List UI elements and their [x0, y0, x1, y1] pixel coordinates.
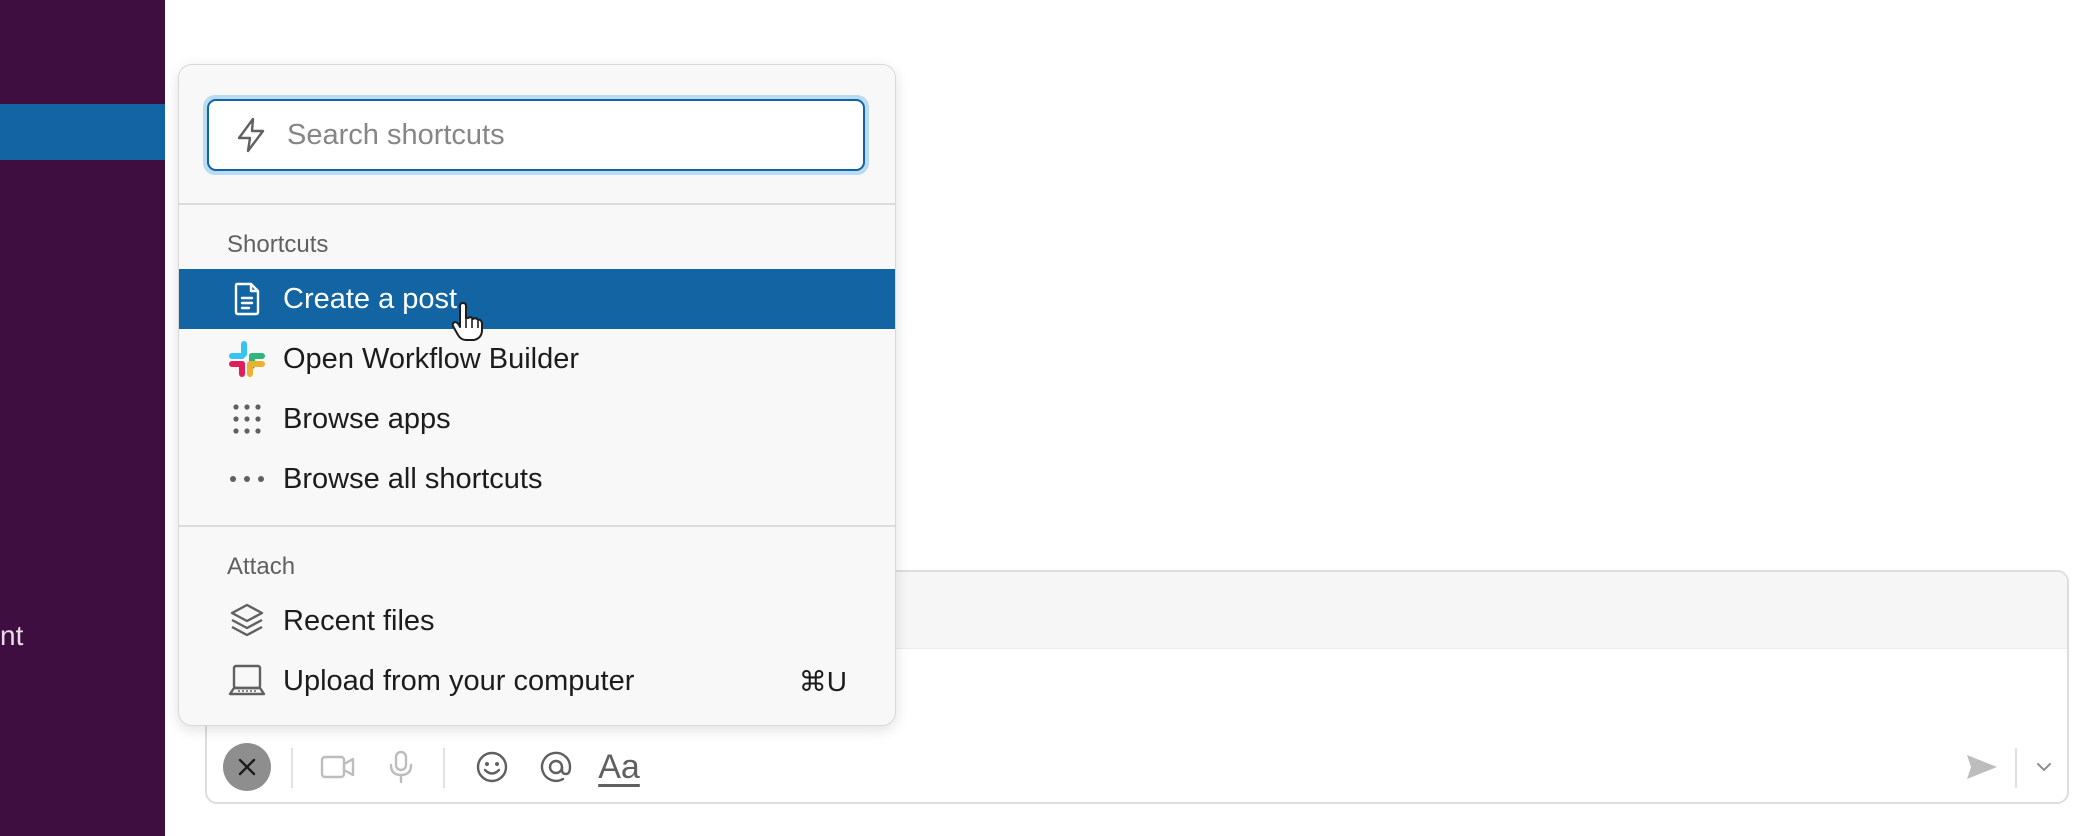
video-clip-button[interactable] [313, 744, 363, 790]
toolbar-divider [291, 748, 293, 788]
toolbar-divider [443, 748, 445, 788]
audio-clip-button[interactable] [379, 744, 423, 790]
layers-icon [227, 602, 267, 640]
menu-item-browse-all-shortcuts[interactable]: Browse all shortcuts [179, 449, 895, 509]
section-label-shortcuts: Shortcuts [227, 231, 329, 258]
emoji-icon [476, 751, 508, 783]
slack-logo-icon [227, 339, 267, 379]
send-button[interactable] [1959, 744, 2005, 790]
search-box[interactable] [207, 99, 865, 171]
send-icon [1967, 755, 1997, 779]
sidebar: nt [0, 0, 165, 836]
formatting-toggle-button[interactable]: Aa [593, 744, 645, 790]
laptop-icon [227, 663, 267, 699]
menu-item-label: Browse all shortcuts [283, 462, 543, 495]
close-icon [238, 758, 256, 776]
menu-item-open-workflow-builder[interactable]: Open Workflow Builder [179, 329, 895, 389]
more-horizontal-icon [227, 475, 267, 483]
menu-item-upload-from-computer[interactable]: Upload from your computer ⌘U [179, 651, 895, 711]
shortcuts-menu: Shortcuts Create a post Open Workf [178, 64, 896, 726]
keyboard-shortcut: ⌘U [798, 665, 847, 697]
video-camera-icon [320, 755, 355, 779]
sidebar-item-label[interactable]: nt [0, 618, 23, 654]
chevron-down-icon [2037, 763, 2051, 772]
send-options-button[interactable] [2027, 744, 2061, 790]
sidebar-active-item[interactable] [0, 104, 165, 160]
menu-item-label: Browse apps [283, 402, 451, 435]
apps-grid-icon [227, 403, 267, 435]
lightning-icon [235, 117, 273, 153]
search-shortcuts-input[interactable] [285, 117, 863, 153]
at-sign-icon [540, 751, 572, 783]
menu-item-label: Upload from your computer [283, 664, 635, 697]
emoji-button[interactable] [469, 744, 515, 790]
menu-item-create-post[interactable]: Create a post [179, 269, 895, 329]
hand-pointer-cursor-icon [451, 302, 483, 341]
microphone-icon [389, 750, 413, 784]
menu-item-browse-apps[interactable]: Browse apps [179, 389, 895, 449]
menu-divider [179, 525, 895, 527]
format-label: Aa [598, 747, 640, 786]
close-shortcuts-button[interactable] [223, 743, 271, 791]
toolbar-divider [2015, 748, 2017, 788]
document-icon [227, 281, 267, 317]
search-focus-ring [203, 95, 869, 175]
menu-divider [179, 203, 895, 205]
menu-item-recent-files[interactable]: Recent files [179, 591, 895, 651]
composer-toolbar: Aa [207, 738, 2067, 800]
menu-item-label: Open Workflow Builder [283, 342, 580, 375]
menu-item-label: Recent files [283, 604, 435, 637]
mention-button[interactable] [533, 744, 579, 790]
menu-item-label: Create a post [283, 282, 458, 315]
section-label-attach: Attach [227, 553, 296, 580]
